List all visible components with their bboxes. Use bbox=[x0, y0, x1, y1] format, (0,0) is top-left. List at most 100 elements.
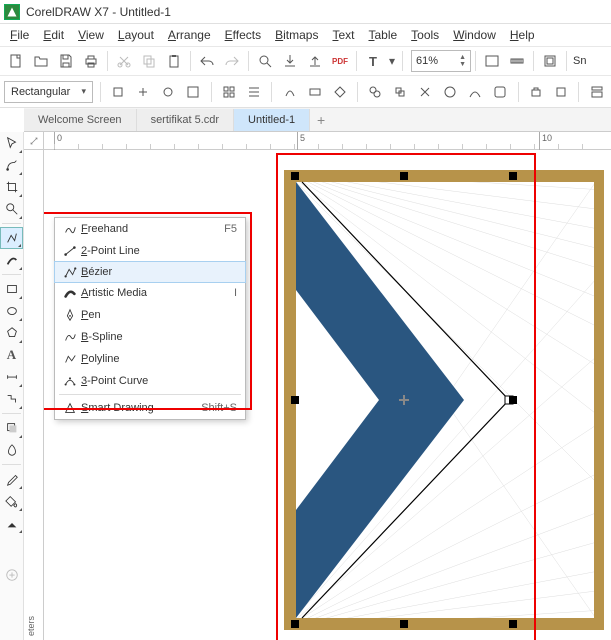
prop-btn-6[interactable] bbox=[243, 80, 264, 104]
drawing-canvas[interactable]: FreehandF52-Point LineBézierArtistic Med… bbox=[44, 150, 611, 640]
chevron-down-icon: ▾ bbox=[81, 86, 86, 97]
standard-toolbar: PDF T ▾ 61% ▲▼ Sn bbox=[0, 46, 611, 76]
flyout-item-pen[interactable]: Pen bbox=[55, 304, 245, 326]
copy-button[interactable] bbox=[137, 49, 161, 73]
prop-btn-11[interactable] bbox=[390, 80, 411, 104]
connector-tool[interactable] bbox=[0, 388, 23, 410]
flyout-item-2point[interactable]: 2-Point Line bbox=[55, 240, 245, 262]
crop-tool[interactable] bbox=[0, 176, 23, 198]
export-button[interactable] bbox=[303, 49, 327, 73]
tab-untitled-1[interactable]: Untitled-1 bbox=[234, 109, 310, 131]
cut-button[interactable] bbox=[112, 49, 136, 73]
zoom-tool[interactable] bbox=[0, 198, 23, 220]
crop-shape-select[interactable]: Rectangular ▾ bbox=[4, 81, 93, 103]
flyout-item-freehand[interactable]: FreehandF5 bbox=[55, 218, 245, 240]
horizontal-ruler[interactable]: 0510 bbox=[44, 132, 611, 150]
prop-btn-7[interactable] bbox=[279, 80, 300, 104]
text-tool-button[interactable]: T bbox=[361, 49, 385, 73]
flyout-item-shortcut: F5 bbox=[224, 223, 237, 235]
flyout-item-label: Smart Drawing bbox=[81, 402, 201, 414]
flyout-item-label: Freehand bbox=[81, 223, 224, 235]
selection-center-icon bbox=[399, 395, 409, 405]
options-button[interactable] bbox=[538, 49, 562, 73]
prop-btn-3[interactable] bbox=[158, 80, 179, 104]
parallel-dim-tool[interactable] bbox=[0, 366, 23, 388]
eyedropper-tool[interactable] bbox=[0, 468, 23, 490]
tab-sertifikat-5-cdr[interactable]: sertifikat 5.cdr bbox=[137, 109, 234, 131]
prop-btn-10[interactable] bbox=[365, 80, 386, 104]
menu-bar: FileEditViewLayoutArrangeEffectsBitmapsT… bbox=[0, 24, 611, 46]
artistic-media-tool[interactable] bbox=[0, 249, 23, 271]
search-button[interactable] bbox=[253, 49, 277, 73]
page-artwork bbox=[284, 170, 604, 630]
curve-tool[interactable] bbox=[0, 227, 23, 249]
prop-btn-16[interactable] bbox=[525, 80, 546, 104]
vertical-ruler[interactable] bbox=[24, 150, 44, 640]
menu-table[interactable]: Table bbox=[362, 26, 403, 44]
publish-pdf-button[interactable]: PDF bbox=[328, 49, 352, 73]
ellipse-tool[interactable] bbox=[0, 300, 23, 322]
polyline-icon bbox=[59, 352, 81, 366]
flyout-item-shortcut: I bbox=[234, 287, 237, 299]
menu-bitmaps[interactable]: Bitmaps bbox=[269, 26, 324, 44]
menu-window[interactable]: Window bbox=[447, 26, 502, 44]
new-button[interactable] bbox=[4, 49, 28, 73]
ruler-label: 10 bbox=[542, 133, 552, 143]
prop-btn-1[interactable] bbox=[108, 80, 129, 104]
polygon-tool[interactable] bbox=[0, 322, 23, 344]
menu-edit[interactable]: Edit bbox=[37, 26, 70, 44]
prop-btn-13[interactable] bbox=[440, 80, 461, 104]
menu-file[interactable]: File bbox=[4, 26, 35, 44]
menu-view[interactable]: View bbox=[72, 26, 110, 44]
prop-btn-8[interactable] bbox=[304, 80, 325, 104]
menu-text[interactable]: Text bbox=[326, 26, 360, 44]
flyout-item-polyline[interactable]: Polyline bbox=[55, 348, 245, 370]
menu-layout[interactable]: Layout bbox=[112, 26, 160, 44]
paste-button[interactable] bbox=[162, 49, 186, 73]
prop-btn-14[interactable] bbox=[465, 80, 486, 104]
undo-button[interactable] bbox=[195, 49, 219, 73]
prop-btn-12[interactable] bbox=[415, 80, 436, 104]
text-tool[interactable]: A bbox=[0, 344, 23, 366]
menu-arrange[interactable]: Arrange bbox=[162, 26, 217, 44]
ruler-origin[interactable] bbox=[24, 132, 44, 150]
drop-shadow-tool[interactable] bbox=[0, 417, 23, 439]
menu-tools[interactable]: Tools bbox=[405, 26, 445, 44]
flyout-item-smart[interactable]: Smart DrawingShift+S bbox=[55, 397, 245, 419]
prop-btn-15[interactable] bbox=[490, 80, 511, 104]
open-button[interactable] bbox=[29, 49, 53, 73]
flyout-item-artistic[interactable]: Artistic MediaI bbox=[55, 282, 245, 304]
save-button[interactable] bbox=[54, 49, 78, 73]
prop-btn-5[interactable] bbox=[219, 80, 240, 104]
menu-help[interactable]: Help bbox=[504, 26, 541, 44]
text-tool-dropdown[interactable]: ▾ bbox=[386, 49, 398, 73]
pick-tool[interactable] bbox=[0, 132, 23, 154]
prop-btn-18[interactable] bbox=[586, 80, 607, 104]
interactive-fill-tool[interactable] bbox=[0, 490, 23, 512]
artistic-icon bbox=[59, 286, 81, 300]
rectangle-tool[interactable] bbox=[0, 278, 23, 300]
prop-btn-9[interactable] bbox=[329, 80, 350, 104]
flyout-item-bezier[interactable]: Bézier bbox=[54, 261, 246, 283]
flyout-item-label: Polyline bbox=[81, 353, 237, 365]
prop-btn-17[interactable] bbox=[550, 80, 571, 104]
shape-tool[interactable] bbox=[0, 154, 23, 176]
import-button[interactable] bbox=[278, 49, 302, 73]
tab-add-button[interactable]: + bbox=[310, 109, 332, 131]
zoom-level-input[interactable]: 61% ▲▼ bbox=[411, 50, 471, 72]
prop-btn-2[interactable] bbox=[133, 80, 154, 104]
menu-effects[interactable]: Effects bbox=[219, 26, 267, 44]
print-button[interactable] bbox=[79, 49, 103, 73]
show-rulers-button[interactable] bbox=[505, 49, 529, 73]
smart-fill-tool[interactable] bbox=[0, 512, 23, 534]
prop-btn-4[interactable] bbox=[183, 80, 204, 104]
smart-icon bbox=[59, 401, 81, 415]
redo-button[interactable] bbox=[220, 49, 244, 73]
fullscreen-button[interactable] bbox=[480, 49, 504, 73]
tab-welcome-screen[interactable]: Welcome Screen bbox=[24, 109, 137, 131]
flyout-item-bspline[interactable]: B-Spline bbox=[55, 326, 245, 348]
transparency-tool[interactable] bbox=[0, 439, 23, 461]
flyout-item-3point[interactable]: 3-Point Curve bbox=[55, 370, 245, 392]
work-area: A 0510 bbox=[0, 132, 611, 640]
quick-customize[interactable] bbox=[0, 564, 23, 586]
